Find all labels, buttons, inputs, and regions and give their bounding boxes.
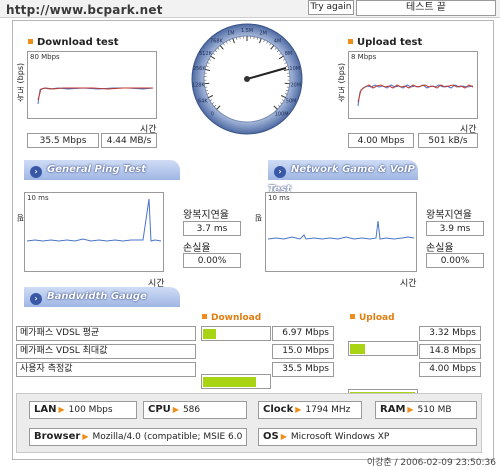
gauge-row-label: 메가패스 VDSL 최대값 <box>16 344 196 359</box>
upload-mbps-value: 4.00 Mbps <box>348 133 414 148</box>
bullet-icon <box>202 314 207 319</box>
os-info: OS ▶ Microsoft Windows XP <box>258 428 477 446</box>
game-latency-value: 3.9 ms <box>426 221 484 236</box>
arrow-circle-icon: › <box>30 293 42 305</box>
upload-graph: 8 Mbps <box>348 51 478 119</box>
download-test-title: Download test <box>28 37 119 48</box>
download-mbs-value: 4.44 MB/s <box>101 133 157 148</box>
download-gauge-value: 15.0 Mbps <box>272 344 334 359</box>
game-series <box>267 220 415 240</box>
ram-info: RAM ▶ 510 MB <box>375 401 477 419</box>
clock-info: Clock ▶ 1794 MHz <box>258 401 362 419</box>
speedometer-tick-label: 128K <box>192 82 206 88</box>
speedometer-tick-label: 256K <box>193 66 207 72</box>
game-latency-label: 왕복지연율 <box>426 210 472 221</box>
speedometer-tick-label: 64K <box>198 98 208 104</box>
upload-test-title: Upload test <box>348 37 422 48</box>
game-loss-value: 0.00% <box>426 253 484 268</box>
speedometer-tick-label: 10M <box>289 66 300 72</box>
download-graph: 80 Mbps <box>27 51 157 119</box>
speedometer-tick-label: 1M <box>227 31 235 37</box>
upload-series <box>357 84 474 107</box>
arrow-right-icon: ▶ <box>407 405 414 414</box>
download-gauge-value: 6.97 Mbps <box>272 326 334 341</box>
speedometer: 0 64K 128K 256K 512K 768K1M 1.5M 2M 4M8M 10M 20M 50… <box>191 23 303 135</box>
speedometer-tick-label: 1.5M <box>241 28 253 34</box>
game-test-header: › Network Game & VoIP Test <box>268 160 418 195</box>
download-mbps-value: 35.5 Mbps <box>27 133 99 148</box>
speedometer-tick <box>204 82 210 85</box>
ping-series <box>26 198 162 242</box>
ping-latency-label: 왕복지연율 <box>183 210 229 221</box>
download-gauge-cell <box>201 326 271 341</box>
speedometer-tick-label: 20M <box>290 82 301 88</box>
upload-gauge-cell <box>348 341 418 356</box>
cpu-info: CPU ▶ 586 <box>143 401 247 419</box>
upload-gauge-value: 4.00 Mbps <box>419 362 481 377</box>
end-test-button[interactable]: 테스트 끝 <box>356 0 496 16</box>
download-gauge-cell <box>201 374 271 389</box>
download-gauge-bar <box>203 329 216 339</box>
arrow-right-icon: ▶ <box>280 432 287 441</box>
gauge-upload-header: Upload <box>350 313 395 323</box>
speedometer-tick-label: 100M <box>275 112 289 118</box>
gauge-row-label: 메가패스 VDSL 평균 <box>16 326 196 341</box>
game-graph: 10 ms <box>265 192 417 272</box>
speedometer-tick-label: 2M <box>259 31 267 37</box>
bullet-icon <box>28 39 33 44</box>
browser-info: Browser ▶ Mozilla/4.0 (compatible; MSIE 6.… <box>29 428 247 446</box>
ping-test-header: › General Ping Test <box>24 160 180 180</box>
download-gauge-value: 35.5 Mbps <box>272 362 334 377</box>
game-loss-label: 손실율 <box>426 243 454 254</box>
download-ylabel: 속도 (bps) <box>16 62 25 102</box>
footer-stamp: 이강춘 / 2006-02-09 23:50:36 <box>366 458 496 468</box>
download-gauge-bar <box>203 377 256 387</box>
watermark-url: http://www.bcpark.net <box>6 3 163 17</box>
speedometer-tick-label: 512K <box>199 51 213 57</box>
gauge-row-label: 사용자 측정값 <box>16 362 196 377</box>
lan-info: LAN ▶ 100 Mbps <box>29 401 137 419</box>
arrow-circle-icon: › <box>30 166 42 178</box>
speedometer-tick-label: 0 <box>211 112 214 118</box>
bandwidth-gauge-header: › Bandwidth Gauge <box>24 287 180 307</box>
arrow-right-icon: ▶ <box>58 405 65 414</box>
upload-ylabel: 속도 (bps) <box>337 62 346 102</box>
download-series <box>37 87 154 105</box>
arrow-right-icon: ▶ <box>172 405 179 414</box>
arrow-right-icon: ▶ <box>82 432 89 441</box>
gauge-download-header: Download <box>202 313 261 323</box>
bullet-icon <box>348 39 353 44</box>
speedometer-tick-label: 50M <box>286 98 297 104</box>
upload-gauge-bar <box>350 344 365 354</box>
speedometer-tick-label: 768K <box>210 39 224 45</box>
bullet-icon <box>350 314 355 319</box>
game-xlabel: 시간 <box>400 279 417 289</box>
speedometer-tick <box>284 82 290 85</box>
ping-loss-label: 손실율 <box>183 243 211 254</box>
try-again-button[interactable]: Try again <box>308 0 354 15</box>
speedometer-tick-label: 8M <box>285 51 293 57</box>
ping-graph: 10 ms <box>24 192 164 272</box>
ping-loss-value: 0.00% <box>183 253 241 268</box>
arrow-circle-icon: › <box>274 166 286 178</box>
ping-latency-value: 3.7 ms <box>183 221 241 236</box>
arrow-right-icon: ▶ <box>295 405 302 414</box>
upload-gauge-value: 14.8 Mbps <box>419 344 481 359</box>
upload-kbs-value: 501 kB/s <box>418 133 478 148</box>
speedometer-tick-label: 4M <box>274 39 282 45</box>
needle-hub <box>244 76 250 82</box>
upload-gauge-value: 3.32 Mbps <box>419 326 481 341</box>
